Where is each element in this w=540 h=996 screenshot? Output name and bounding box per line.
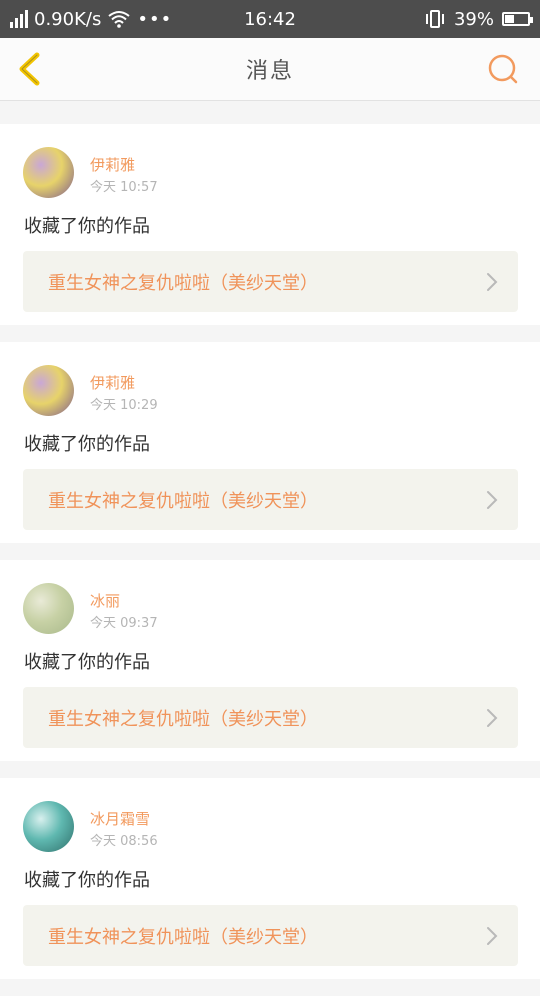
chevron-right-icon xyxy=(487,273,498,291)
page-title: 消息 xyxy=(245,59,294,84)
work-link[interactable]: 重生女神之复仇啦啦（美纱天堂） xyxy=(23,251,518,312)
message-list: 伊莉雅 今天 10:57 收藏了你的作品 重生女神之复仇啦啦（美纱天堂） 伊莉雅… xyxy=(0,124,540,996)
battery-percent: 39% xyxy=(453,8,494,30)
work-title: 重生女神之复仇啦啦（美纱天堂） xyxy=(48,490,318,512)
avatar[interactable] xyxy=(23,801,74,852)
vibrate-icon xyxy=(425,10,444,28)
username[interactable]: 伊莉雅 xyxy=(90,154,135,175)
avatar[interactable] xyxy=(23,583,74,634)
work-title: 重生女神之复仇啦啦（美纱天堂） xyxy=(48,272,318,294)
work-link[interactable]: 重生女神之复仇啦啦（美纱天堂） xyxy=(23,687,518,748)
message-text: 收藏了你的作品 xyxy=(24,870,150,891)
username[interactable]: 伊莉雅 xyxy=(90,372,135,393)
message-text: 收藏了你的作品 xyxy=(24,216,150,237)
message-time: 今天 08:56 xyxy=(90,834,158,849)
top-nav-bar: 消息 xyxy=(0,38,540,101)
avatar[interactable] xyxy=(23,147,74,198)
message-text: 收藏了你的作品 xyxy=(24,434,150,455)
message-card: 冰丽 今天 09:37 收藏了你的作品 重生女神之复仇啦啦（美纱天堂） xyxy=(0,560,540,761)
message-time: 今天 10:57 xyxy=(90,180,158,195)
username[interactable]: 冰丽 xyxy=(90,590,120,611)
message-time: 今天 09:37 xyxy=(90,616,158,631)
chevron-right-icon xyxy=(487,927,498,945)
work-link[interactable]: 重生女神之复仇啦啦（美纱天堂） xyxy=(23,905,518,966)
chevron-right-icon xyxy=(487,491,498,509)
message-time: 今天 10:29 xyxy=(90,398,158,413)
battery-icon xyxy=(502,12,533,26)
avatar[interactable] xyxy=(23,365,74,416)
work-link[interactable]: 重生女神之复仇啦啦（美纱天堂） xyxy=(23,469,518,530)
chevron-right-icon xyxy=(487,709,498,727)
message-card: 伊莉雅 今天 10:57 收藏了你的作品 重生女神之复仇啦啦（美纱天堂） xyxy=(0,124,540,325)
work-title: 重生女神之复仇啦啦（美纱天堂） xyxy=(48,926,318,948)
search-button[interactable] xyxy=(486,52,520,86)
status-right: 39% xyxy=(424,0,533,38)
message-text: 收藏了你的作品 xyxy=(24,652,150,673)
status-bar: 0.90K/s ••• 16:42 39% xyxy=(0,0,540,38)
work-title: 重生女神之复仇啦啦（美纱天堂） xyxy=(48,708,318,730)
username[interactable]: 冰月霜雪 xyxy=(90,808,150,829)
message-card: 冰月霜雪 今天 08:56 收藏了你的作品 重生女神之复仇啦啦（美纱天堂） xyxy=(0,778,540,979)
message-card: 伊莉雅 今天 10:29 收藏了你的作品 重生女神之复仇啦啦（美纱天堂） xyxy=(0,342,540,543)
